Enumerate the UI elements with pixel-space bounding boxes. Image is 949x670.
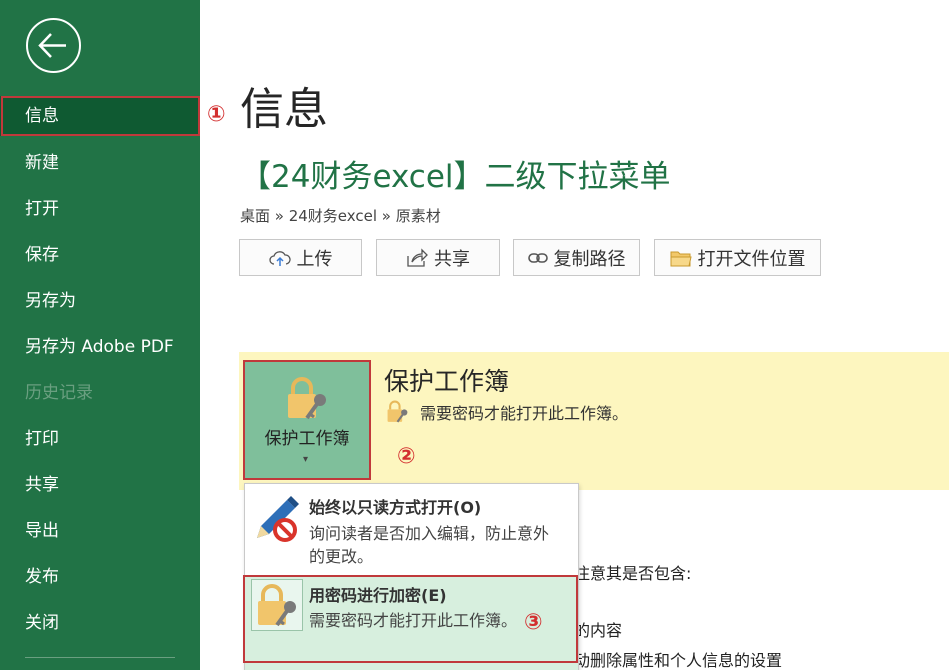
- sidebar-item-save-as[interactable]: 另存为: [0, 281, 200, 321]
- document-title: 【24财务excel】二级下拉菜单: [240, 159, 671, 195]
- inspect-text-line-2: 的内容: [574, 621, 623, 640]
- folder-icon: [670, 251, 692, 266]
- inspect-text-line-3: 动删除属性和个人信息的设置: [574, 651, 783, 670]
- sidebar-item-close[interactable]: 关闭: [0, 603, 200, 643]
- breadcrumb[interactable]: 桌面 » 24财务excel » 原素材: [240, 205, 441, 226]
- protect-workbook-button[interactable]: 保护工作簿 ▾: [243, 360, 371, 480]
- sidebar-item-export[interactable]: 导出: [0, 511, 200, 551]
- open-file-location-button[interactable]: 打开文件位置: [654, 239, 821, 276]
- page-title: 信息: [240, 84, 328, 135]
- link-icon: [527, 252, 548, 263]
- sidebar-item-new[interactable]: 新建: [0, 143, 200, 183]
- lock-key-icon: [288, 377, 326, 420]
- inspect-text-line-1: 注意其是否包含:: [574, 564, 692, 583]
- protect-workbook-status: 需要密码才能打开此工作簿。: [386, 400, 628, 424]
- sidebar-item-share[interactable]: 共享: [0, 465, 200, 505]
- sidebar-item-open[interactable]: 打开: [0, 189, 200, 229]
- upload-button[interactable]: 上传: [239, 239, 362, 276]
- sidebar-item-history: 历史记录: [25, 383, 93, 403]
- share-button[interactable]: 共享: [376, 239, 500, 276]
- step-marker-3: ③: [524, 610, 543, 635]
- open-location-label: 打开文件位置: [697, 248, 806, 270]
- protect-workbook-desc: 需要密码才能打开此工作簿。: [420, 404, 629, 423]
- highlight-box-info: [1, 96, 200, 136]
- menu-item-title: 始终以只读方式打开(O): [309, 498, 482, 517]
- pencil-prohibited-icon: [257, 496, 299, 542]
- sidebar-item-print[interactable]: 打印: [0, 419, 200, 459]
- protect-workbook-title: 保护工作簿: [384, 367, 510, 396]
- arrow-left-icon: [38, 33, 66, 58]
- step-marker-1: ①: [207, 102, 226, 127]
- sidebar-item-publish[interactable]: 发布: [0, 557, 200, 597]
- copy-path-button[interactable]: 复制路径: [513, 239, 640, 276]
- sidebar-divider: [25, 657, 175, 658]
- share-label: 共享: [434, 248, 470, 270]
- copy-path-label: 复制路径: [553, 248, 626, 270]
- protect-workbook-button-label: 保护工作簿: [264, 429, 350, 449]
- step-marker-2: ②: [397, 444, 416, 469]
- back-button[interactable]: [26, 18, 81, 73]
- menu-item-always-open-read-only[interactable]: 始终以只读方式打开(O) 询问读者是否加入编辑，防止意外的更改。: [245, 484, 578, 576]
- chevron-down-icon: ▾: [303, 454, 309, 465]
- upload-label: 上传: [296, 248, 333, 270]
- share-arrow-icon: [407, 247, 428, 267]
- sidebar-item-save-as-pdf[interactable]: 另存为 Adobe PDF: [0, 327, 200, 367]
- sidebar-item-save[interactable]: 保存: [0, 235, 200, 275]
- cloud-upload-icon: [268, 250, 291, 266]
- menu-item-desc: 询问读者是否加入编辑，防止意外的更改。: [309, 524, 550, 566]
- small-lock-key-icon: [387, 400, 408, 423]
